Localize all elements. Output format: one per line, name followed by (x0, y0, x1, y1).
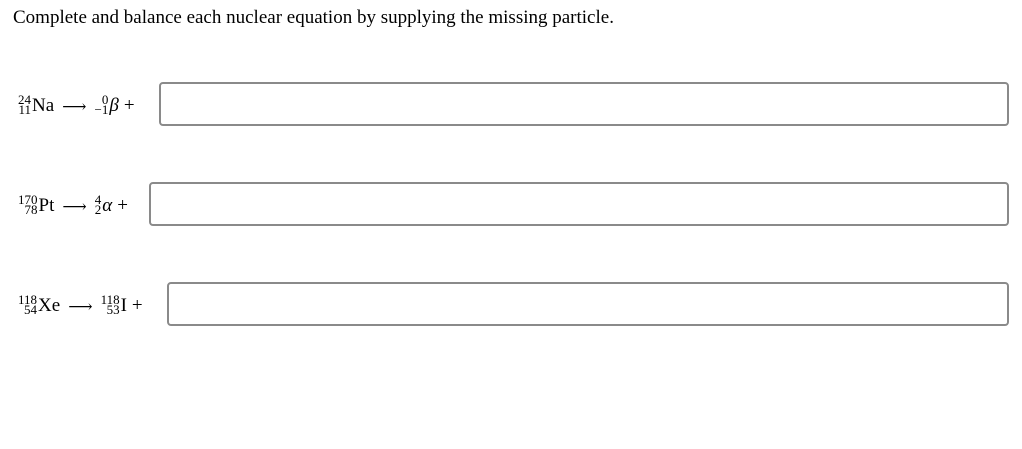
reactant-atomic-number: 11 (18, 102, 31, 117)
reactant-symbol: Pt (38, 195, 55, 216)
reactant-symbol: Na (32, 95, 55, 116)
equation-row-1: 24 11 Na ⟶ 0 −1 β + (0, 82, 1022, 130)
plus-sign: + (117, 195, 128, 216)
instructions-text: Complete and balance each nuclear equati… (13, 7, 614, 28)
product-atomic-number: 53 (106, 302, 120, 317)
reactant-nuclide: 170 78 Pt (18, 193, 55, 217)
answer-input-3[interactable] (167, 282, 1009, 326)
answer-input-2[interactable] (149, 182, 1009, 226)
reactant-atomic-number: 54 (24, 302, 38, 317)
equation-row-2: 170 78 Pt ⟶ 4 2 α + (0, 182, 1022, 230)
answer-input-1[interactable] (159, 82, 1009, 126)
plus-sign: + (131, 295, 143, 316)
reactant-nuclide: 24 11 Na (18, 93, 55, 117)
product-symbol: β (109, 95, 119, 116)
equation-row-3: 118 54 Xe ⟶ 118 53 I + (0, 282, 1022, 330)
reaction-arrow: ⟶ (68, 297, 93, 316)
product-symbol: α (102, 195, 113, 216)
reactant-nuclide: 118 54 Xe (18, 293, 61, 317)
reactant-atomic-number: 78 (24, 202, 38, 217)
equation-1: 24 11 Na ⟶ 0 −1 β + (18, 82, 135, 130)
product-symbol: I (120, 295, 127, 316)
product-particle: 0 −1 β (94, 93, 119, 117)
reactant-symbol: Xe (38, 295, 61, 316)
equation-2: 170 78 Pt ⟶ 4 2 α + (18, 182, 128, 230)
reaction-arrow: ⟶ (62, 197, 87, 216)
product-particle: 118 53 I (101, 293, 127, 317)
product-particle: 4 2 α (94, 193, 113, 217)
reaction-arrow: ⟶ (62, 97, 87, 116)
product-atomic-number: 2 (94, 202, 102, 217)
product-atomic-number: −1 (94, 102, 109, 117)
equation-3: 118 54 Xe ⟶ 118 53 I + (18, 282, 143, 330)
plus-sign: + (123, 95, 135, 116)
